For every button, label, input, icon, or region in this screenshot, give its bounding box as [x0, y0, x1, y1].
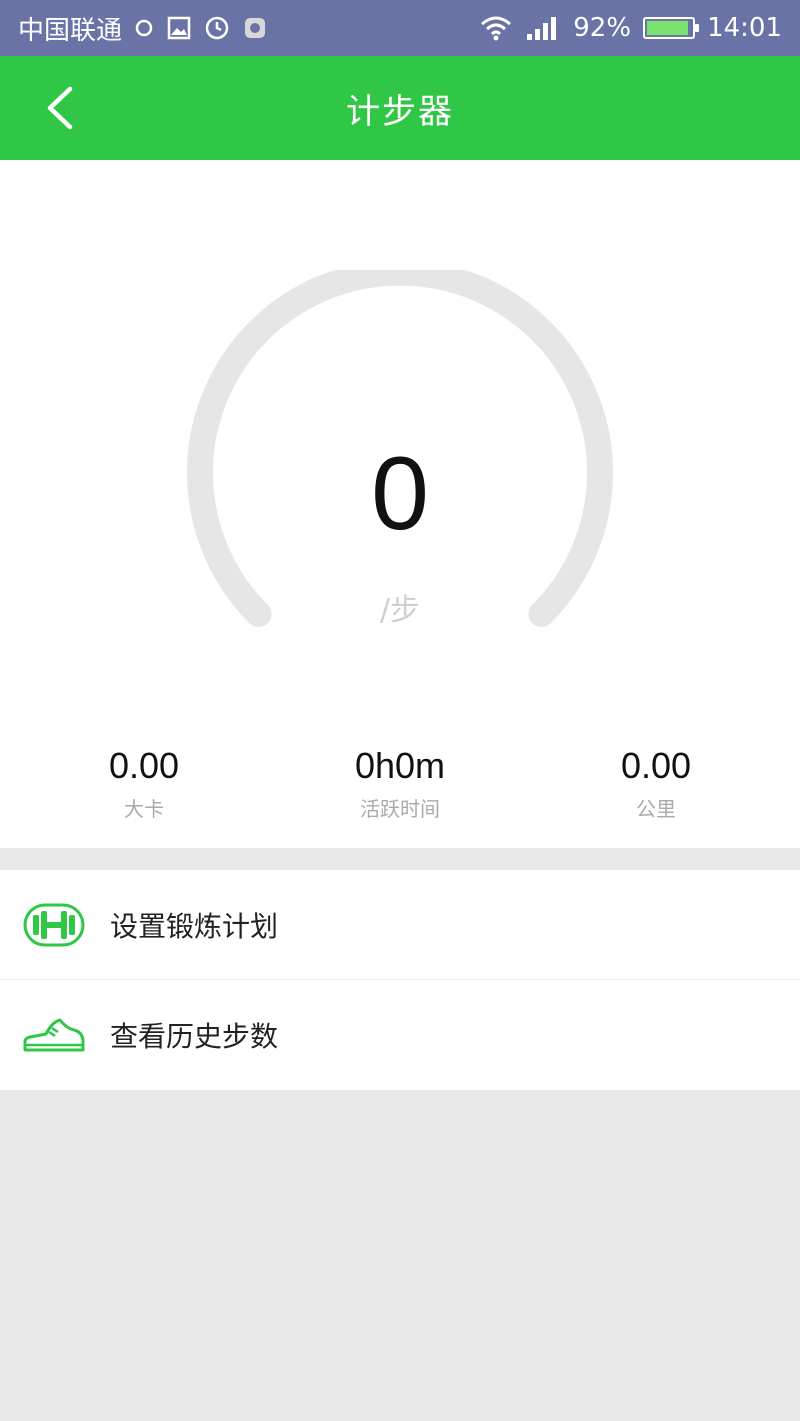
carrier-label: 中国联通	[18, 15, 123, 46]
app-notification-icon	[242, 15, 268, 41]
stat-value: 0h0m	[354, 745, 446, 786]
page-title: 计步器	[346, 91, 454, 132]
stat-calories: 0.00 大卡	[0, 745, 288, 825]
menu-item-set-plan[interactable]: 设置锻炼计划	[0, 870, 800, 980]
battery-percent: 92%	[573, 13, 632, 43]
stat-label: 活跃时间	[360, 797, 440, 821]
menu-label: 设置锻炼计划	[110, 909, 279, 943]
clock: 14:01	[707, 13, 782, 43]
chevron-left-icon	[47, 86, 73, 130]
status-left: 中国联通	[18, 10, 268, 47]
signal-icon	[525, 14, 561, 42]
dumbbell-icon	[22, 901, 86, 949]
battery-icon	[643, 17, 700, 39]
step-count: 0	[371, 436, 429, 552]
stat-active-time: 0h0m 活跃时间	[288, 745, 512, 825]
image-icon	[166, 15, 192, 41]
app-bar: 计步器	[0, 56, 800, 160]
wifi-icon	[479, 15, 513, 41]
status-right: 92% 14:01	[479, 13, 782, 43]
stat-distance: 0.00 公里	[512, 745, 800, 825]
sneaker-icon	[22, 1011, 86, 1059]
action-menu: 设置锻炼计划 查看历史步数	[0, 870, 800, 1090]
pedometer-card: 0 /步 0.00 大卡 0h0m 活跃时间 0.00 公里	[0, 160, 800, 848]
step-unit: /步	[379, 593, 421, 628]
stat-value: 0.00	[108, 745, 180, 786]
status-bar: 中国联通 92% 14:01	[0, 0, 800, 56]
menu-item-history[interactable]: 查看历史步数	[0, 980, 800, 1090]
stat-value: 0.00	[620, 745, 692, 786]
stat-label: 大卡	[124, 797, 164, 821]
circle-icon	[134, 18, 154, 38]
stats-row: 0.00 大卡 0h0m 活跃时间 0.00 公里	[0, 745, 800, 825]
stat-label: 公里	[636, 797, 676, 821]
back-button[interactable]	[30, 78, 90, 138]
timer-icon	[204, 15, 230, 41]
menu-label: 查看历史步数	[110, 1020, 279, 1053]
